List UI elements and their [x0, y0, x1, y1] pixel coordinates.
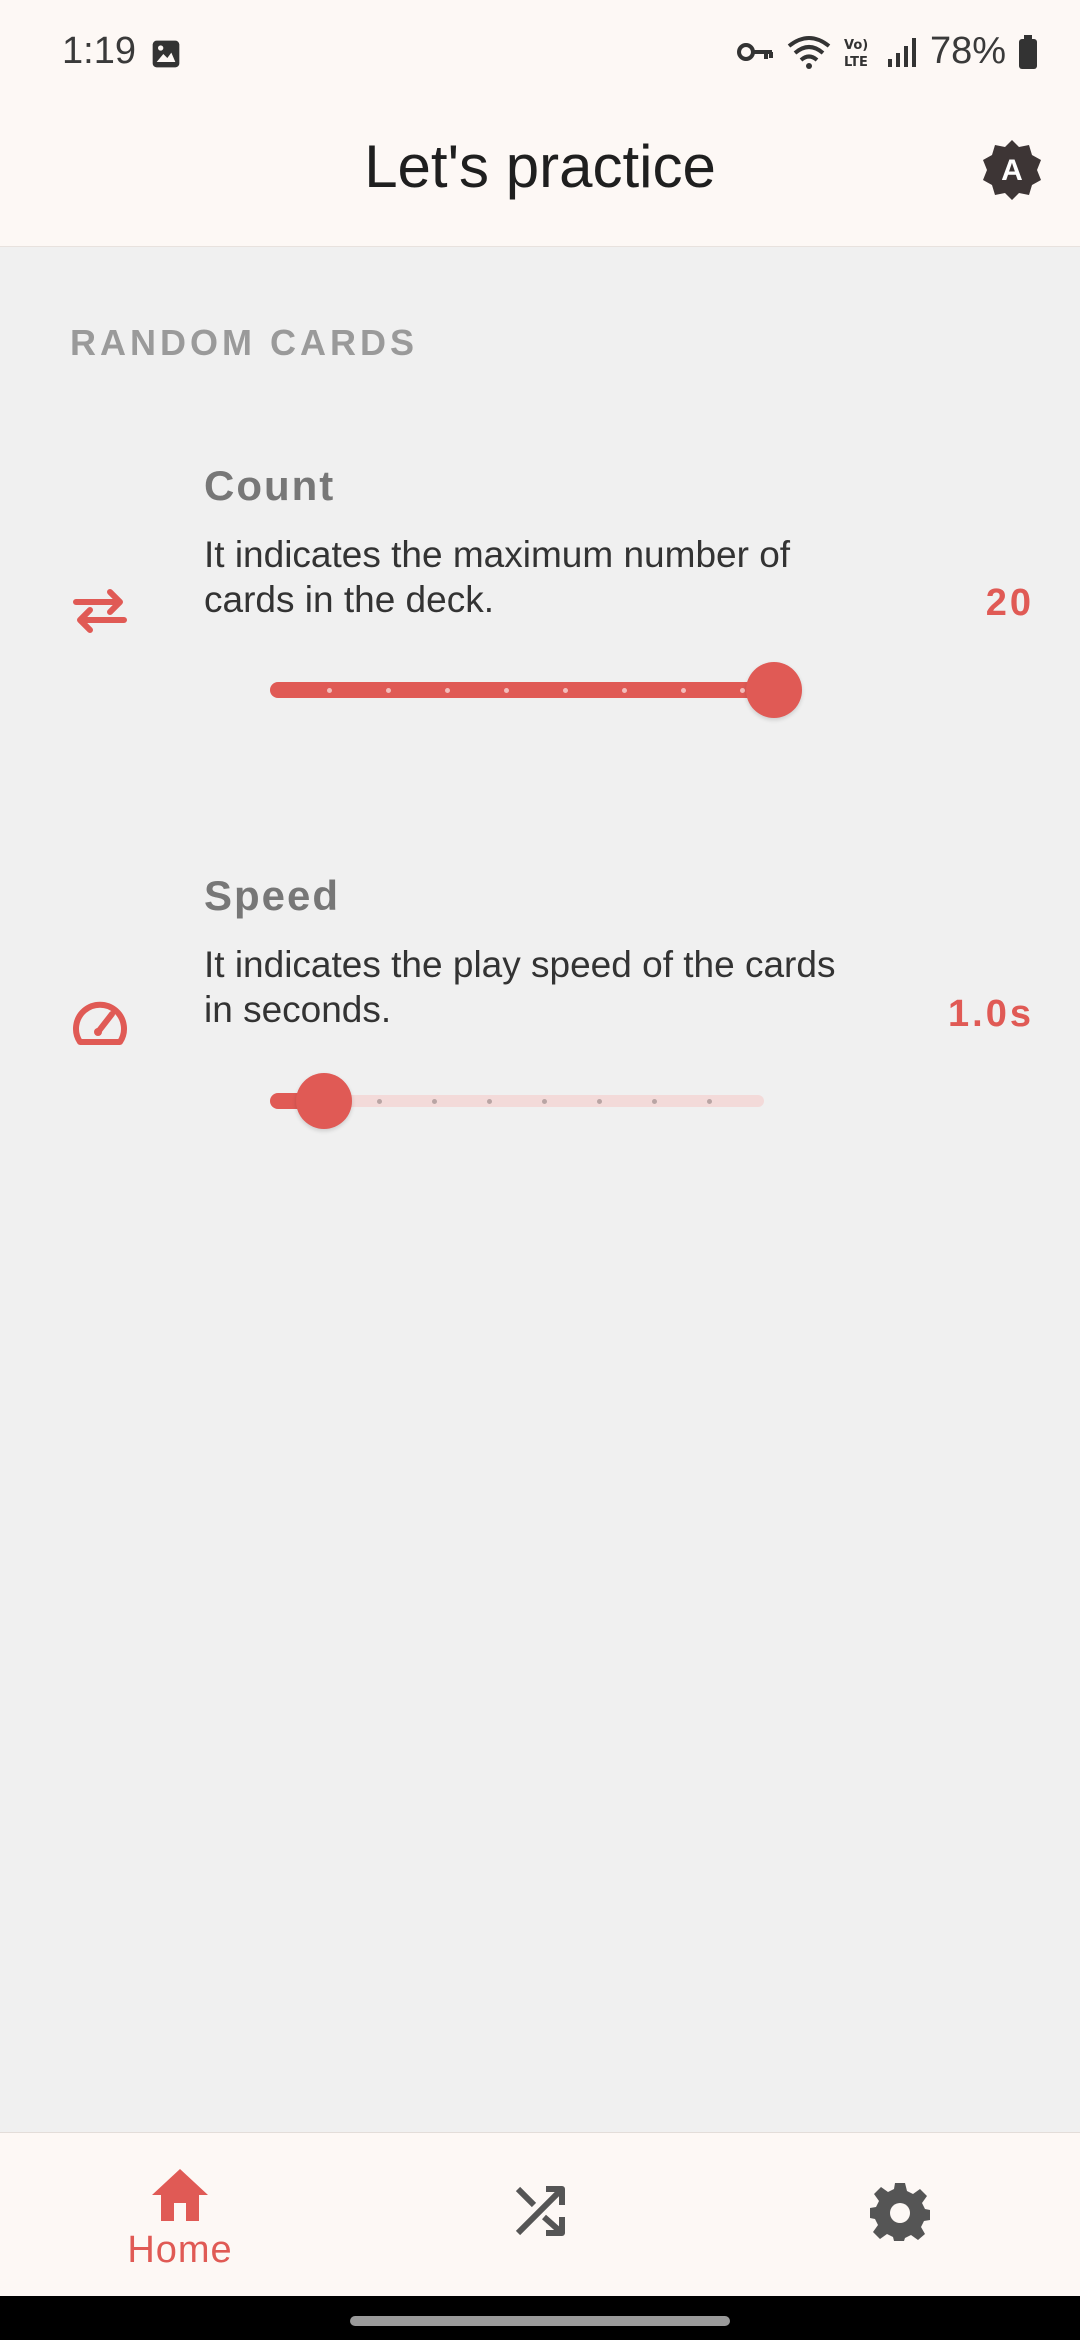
speed-description: It indicates the play speed of the cards… [204, 944, 836, 1030]
count-value: 20 [985, 582, 1034, 624]
slider-tick [596, 1099, 602, 1104]
slider-tick [651, 1099, 657, 1104]
slider-tick [706, 1099, 712, 1104]
badge-letter: A [1001, 154, 1023, 187]
slider-thumb[interactable] [746, 662, 802, 718]
slider-thumb[interactable] [296, 1073, 353, 1129]
count-description: It indicates the maximum number of cards… [204, 534, 791, 620]
count-title: Count [204, 462, 336, 509]
avatar-badge-icon[interactable]: A [980, 138, 1044, 202]
nav-settings[interactable] [720, 2133, 1080, 2297]
page-title: Let's practice [364, 133, 716, 200]
image-icon [152, 40, 180, 68]
battery-icon [1019, 34, 1037, 69]
slider-tick [541, 1099, 547, 1104]
nav-shuffle[interactable] [360, 2133, 720, 2297]
signal-icon [887, 37, 916, 67]
slider-tick [503, 688, 509, 693]
system-gesture-bar [0, 2296, 1080, 2340]
speed-value: 1.0s [948, 993, 1034, 1035]
svg-text:Vo): Vo) [844, 38, 868, 53]
section-header: RANDOM CARDS [70, 322, 418, 363]
speed-setting: Speed It indicates the play speed of the… [0, 862, 1080, 1162]
volte-icon: Vo) LTE [844, 38, 868, 70]
nav-home[interactable]: Home [0, 2133, 360, 2297]
count-slider[interactable] [270, 659, 802, 719]
settings-gear-icon [870, 2183, 930, 2241]
slider-active-track [270, 682, 774, 698]
slider-tick [444, 688, 450, 693]
repeat-arrows-icon [73, 589, 127, 633]
svg-text:LTE: LTE [844, 55, 868, 70]
status-time: 1:19 [62, 30, 136, 72]
slider-tick [326, 688, 332, 693]
speed-title: Speed [204, 872, 341, 919]
nav-home-label: Home [127, 2229, 233, 2271]
gesture-handle[interactable] [350, 2316, 730, 2326]
speed-slider[interactable] [270, 1070, 764, 1130]
bottom-navigation: Home [0, 2132, 1080, 2297]
battery-percentage: 78% [929, 30, 1006, 72]
speedometer-icon [73, 1001, 127, 1045]
slider-tick [385, 688, 391, 693]
vpn-key-icon [736, 42, 773, 61]
shuffle-icon [515, 2186, 565, 2236]
count-setting: Count It indicates the maximum number of… [0, 450, 1080, 750]
wifi-icon [787, 35, 831, 69]
status-bar: 1:19 Vo) LTE 78% [0, 0, 1080, 110]
app-bar: Let's practice A [0, 110, 1080, 247]
home-icon [152, 2169, 208, 2221]
